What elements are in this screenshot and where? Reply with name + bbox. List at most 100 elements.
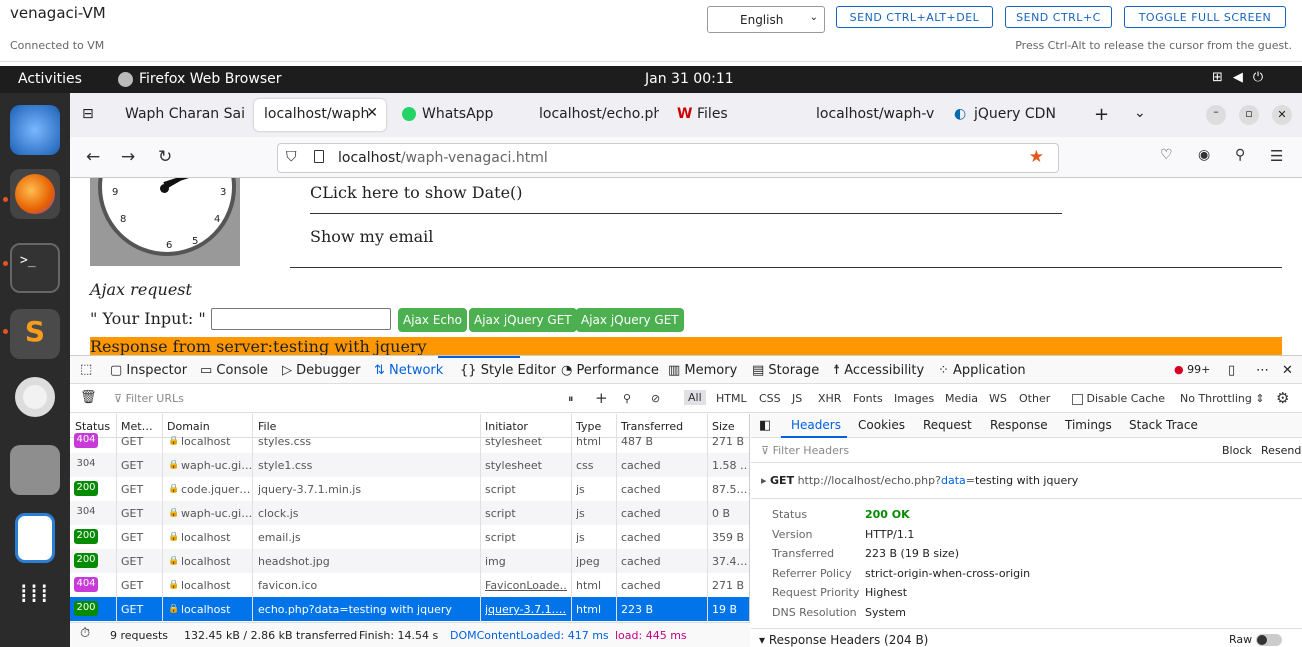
tab-network[interactable]: ⇅ Network xyxy=(374,363,443,378)
tab-overview-icon[interactable]: ⊟ xyxy=(82,106,94,122)
tab-request[interactable]: Request xyxy=(923,418,972,432)
type-xhr[interactable]: XHR xyxy=(818,392,841,405)
app-menu[interactable]: Firefox Web Browser xyxy=(139,71,282,87)
trash-icon[interactable]: 🗑 xyxy=(80,390,97,405)
table-row[interactable]: 200 🔒 GET localhost headshot.jpg img jpeg cache… xyxy=(70,549,749,573)
add-icon[interactable]: + xyxy=(595,389,608,407)
close-window-button[interactable]: ✕ xyxy=(1272,105,1292,125)
rhythmbox-icon[interactable] xyxy=(15,377,55,417)
pause-icon[interactable]: ⏸ xyxy=(568,392,574,406)
settings-gear-icon[interactable]: ⚙ xyxy=(1276,389,1289,407)
throttling-select[interactable]: No Throttling ⇕ xyxy=(1180,392,1265,405)
show-apps-icon[interactable]: ⁞⁞⁞ xyxy=(10,581,60,637)
table-row[interactable]: 404 🔒 GET localhost favicon.ico FaviconLoade…… xyxy=(70,573,749,597)
tab-console[interactable]: ▭ Console xyxy=(200,363,268,378)
resend-button[interactable]: Resend xyxy=(1261,444,1301,457)
type-js[interactable]: JS xyxy=(792,392,802,405)
block-icon[interactable]: ⊘ xyxy=(651,392,660,405)
block-button[interactable]: Block xyxy=(1222,444,1252,457)
type-all[interactable]: All xyxy=(684,390,706,405)
extensions-icon[interactable]: ⚲ xyxy=(1235,147,1245,163)
disable-cache-checkbox[interactable]: Disable Cache xyxy=(1072,392,1165,405)
tab-echo[interactable]: localhost/echo.ph xyxy=(529,99,659,131)
firefox-dock-icon[interactable] xyxy=(15,174,55,214)
table-row[interactable]: 200 🔒 GET localhost email.js script js cached 35… xyxy=(70,525,749,549)
pocket-icon[interactable]: ♡ xyxy=(1160,147,1173,163)
request-line[interactable]: ▸ GET http://localhost/echo.php?data=tes… xyxy=(761,474,1078,487)
tab-storage[interactable]: ▤ Storage xyxy=(752,363,819,378)
list-tabs-icon[interactable]: ⌄ xyxy=(1134,105,1146,121)
account-icon[interactable]: ◉ xyxy=(1198,147,1210,163)
close-icon[interactable]: ✕ xyxy=(366,105,378,121)
ajax-jquery-get-button[interactable]: Ajax jQuery GET xyxy=(469,308,577,332)
table-row[interactable]: 200 🔒 GET localhost echo.php?data=testing wi… xyxy=(70,597,749,621)
type-css[interactable]: CSS xyxy=(759,392,781,405)
tab-cookies[interactable]: Cookies xyxy=(858,418,905,432)
tab-inspector[interactable]: ▢ Inspector xyxy=(110,363,187,378)
error-count[interactable]: ● 99+ xyxy=(1174,363,1210,376)
sublime-text-icon[interactable]: S xyxy=(10,309,60,359)
tab-response[interactable]: Response xyxy=(990,418,1048,432)
toggle-sidebar-icon[interactable]: ◧ xyxy=(759,418,771,433)
maximize-button[interactable]: ▫ xyxy=(1239,105,1259,125)
tab-stack-trace[interactable]: Stack Trace xyxy=(1129,418,1198,432)
language-select[interactable]: English ⌄ xyxy=(707,6,825,33)
menu-icon[interactable]: ☰ xyxy=(1270,147,1283,165)
clock[interactable]: Jan 31 00:11 xyxy=(645,71,734,87)
tab-waph-charan[interactable]: Waph Charan Sai V xyxy=(115,99,245,131)
tab-style-editor[interactable]: {} Style Editor xyxy=(460,363,556,378)
tab-jquery-cdn[interactable]: ◐ jQuery CDN xyxy=(944,99,1074,131)
tab-headers[interactable]: Headers xyxy=(791,418,841,432)
more-options-icon[interactable]: ⋯ xyxy=(1256,363,1269,378)
url-bar[interactable]: ⛉ localhost/waph-venagaci.html ★ xyxy=(277,143,1059,173)
tab-application[interactable]: ⁘ Application xyxy=(938,363,1026,378)
close-devtools-icon[interactable]: ✕ xyxy=(1282,363,1293,378)
show-email-link[interactable]: Show my email xyxy=(310,227,433,246)
show-date-link[interactable]: CLick here to show Date() xyxy=(310,183,523,202)
send-ctrl-c-button[interactable]: SEND CTRL+C xyxy=(1005,6,1112,28)
dock-side-icon[interactable]: ▯ xyxy=(1228,363,1235,378)
tab-accessibility[interactable]: ☨ Accessibility xyxy=(833,363,924,378)
table-row[interactable]: 304 🔒 GET waph-uc.gi… clock.js script js cached… xyxy=(70,501,749,525)
filter-urls-input[interactable]: ⊽ Filter URLs xyxy=(114,392,184,405)
tab-timings[interactable]: Timings xyxy=(1065,418,1112,432)
tab-performance[interactable]: ◔ Performance xyxy=(561,363,659,378)
pick-element-icon[interactable]: ⬚ xyxy=(80,362,92,377)
tab-localhost-waph[interactable]: localhost/waph ✕ xyxy=(254,99,386,131)
forward-icon[interactable]: → xyxy=(121,147,135,167)
type-images[interactable]: Images xyxy=(894,392,934,405)
response-headers-section[interactable]: ▾ Response Headers (204 B) xyxy=(759,633,928,647)
ajax-jquery-get-button-2[interactable]: Ajax jQuery GET xyxy=(576,308,684,332)
table-row[interactable]: 200 🔒 GET code.jquer… jquery-3.7.1.min.js scr… xyxy=(70,477,749,501)
table-row[interactable]: 404 🔒 GET localhost styles.css stylesheet html… xyxy=(70,429,749,453)
ajax-echo-button[interactable]: Ajax Echo xyxy=(398,308,467,332)
type-ws[interactable]: WS xyxy=(989,392,1007,405)
tab-localhost-waph-v[interactable]: localhost/waph-v xyxy=(806,99,936,131)
raw-toggle[interactable]: Raw xyxy=(1229,633,1282,646)
writer-icon[interactable] xyxy=(15,513,55,563)
system-menu[interactable]: ⊞◀⏻ xyxy=(1212,70,1273,85)
back-icon[interactable]: ← xyxy=(86,147,100,167)
filter-headers-input[interactable]: ⊽ Filter Headers xyxy=(761,444,849,457)
search-icon[interactable]: ⚲ xyxy=(623,392,631,405)
tab-debugger[interactable]: ▷ Debugger xyxy=(282,363,361,378)
type-html[interactable]: HTML xyxy=(716,392,747,405)
toggle-fullscreen-button[interactable]: TOGGLE FULL SCREEN xyxy=(1124,6,1286,28)
send-ctrl-alt-del-button[interactable]: SEND CTRL+ALT+DEL xyxy=(836,6,993,28)
terminal-icon[interactable]: >_ xyxy=(10,243,60,293)
type-fonts[interactable]: Fonts xyxy=(853,392,883,405)
tab-memory[interactable]: ▥ Memory xyxy=(668,363,737,378)
minimize-button[interactable]: – xyxy=(1206,105,1226,125)
shield-icon[interactable]: ⛉ xyxy=(286,149,297,165)
new-tab-button[interactable]: + xyxy=(1094,104,1109,125)
data-input[interactable] xyxy=(211,308,391,330)
type-media[interactable]: Media xyxy=(945,392,978,405)
activities-button[interactable]: Activities xyxy=(18,71,82,87)
files-icon[interactable] xyxy=(10,445,60,495)
reload-icon[interactable]: ↻ xyxy=(158,147,172,167)
tab-whatsapp[interactable]: WhatsApp xyxy=(392,99,512,131)
tab-files[interactable]: W Files xyxy=(667,99,787,131)
bookmark-star-icon[interactable]: ★ xyxy=(1029,147,1044,167)
table-row[interactable]: 304 🔒 GET waph-uc.gi… style1.css stylesheet cs… xyxy=(70,453,749,477)
thunderbird-icon[interactable] xyxy=(10,105,60,155)
